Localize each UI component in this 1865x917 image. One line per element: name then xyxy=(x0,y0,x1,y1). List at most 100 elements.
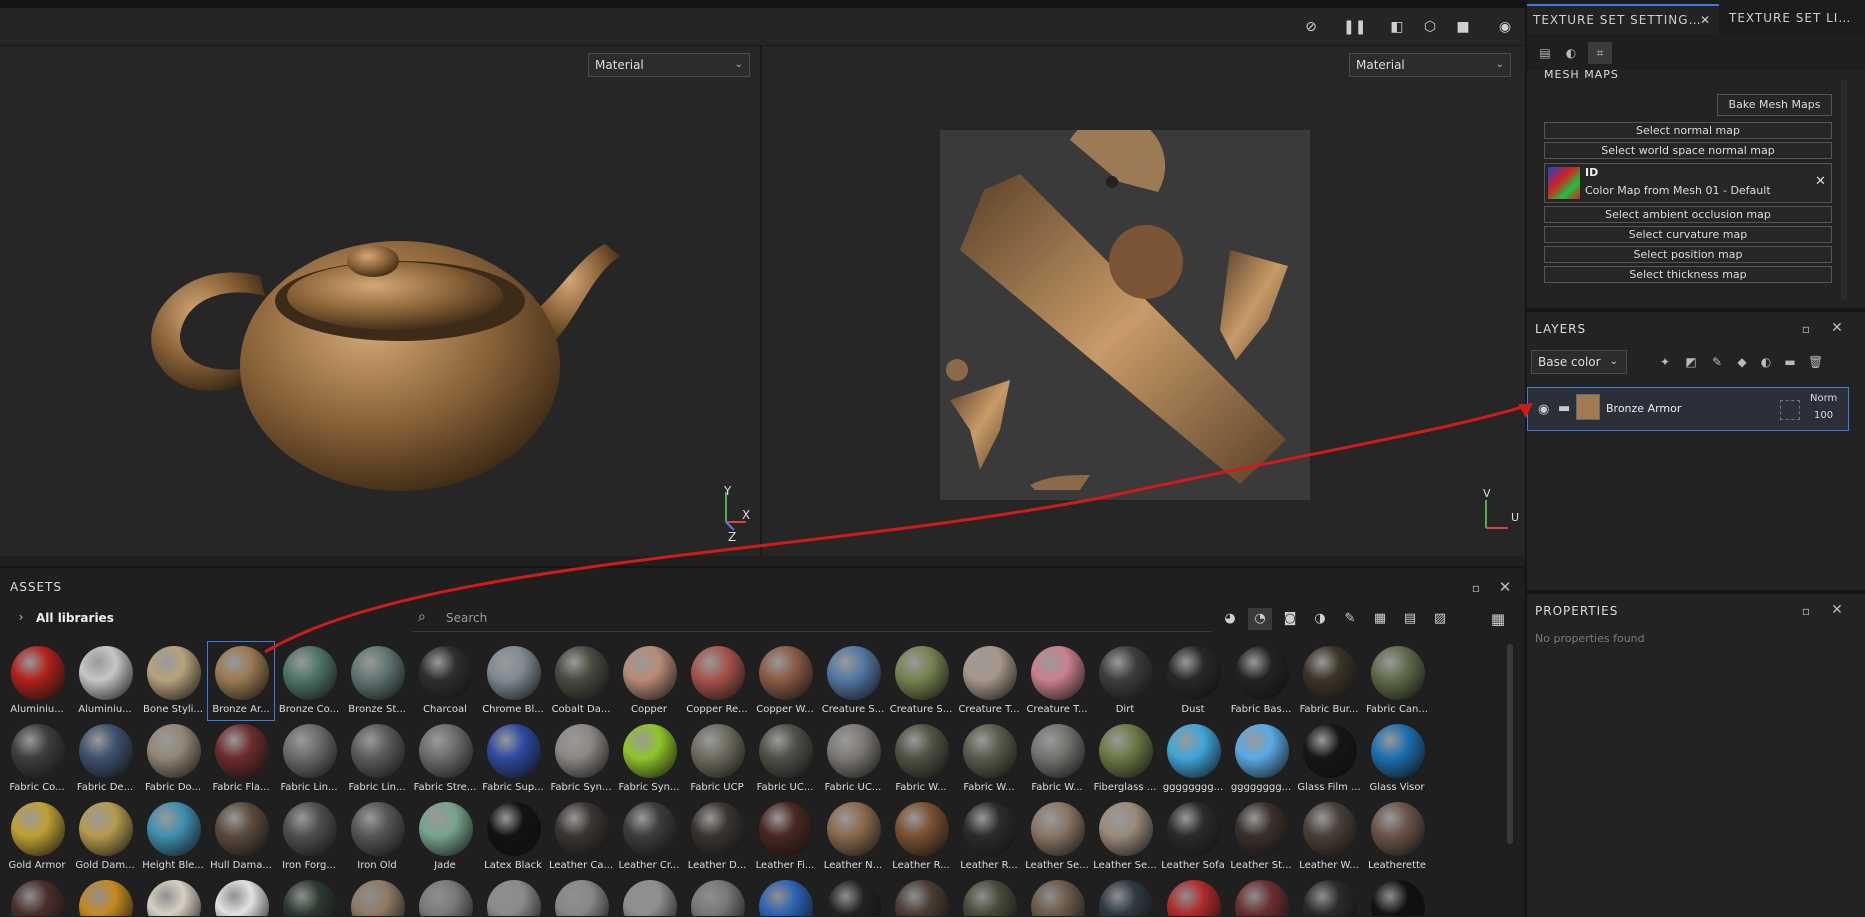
material-tile[interactable]: Leather R... xyxy=(888,798,954,876)
blend-mode[interactable]: Norm xyxy=(1810,393,1837,404)
material-tile[interactable]: Fabric Syn... xyxy=(616,720,682,798)
pause-icon[interactable]: ❚❚ xyxy=(1343,16,1366,38)
settings-icon[interactable]: ▤ xyxy=(1538,46,1552,60)
grid-view-icon[interactable]: ▦ xyxy=(1486,608,1510,630)
remove-map-icon[interactable]: ✕ xyxy=(1815,174,1826,189)
material-tile[interactable] xyxy=(1092,876,1158,916)
viewport-2d[interactable]: Material ⌄ V U xyxy=(762,46,1525,556)
material-tile[interactable] xyxy=(888,876,954,916)
thickness-map-slot[interactable]: Select thickness map xyxy=(1544,266,1832,283)
material-tile[interactable]: Gold Armor xyxy=(4,798,70,876)
material-tile[interactable] xyxy=(72,876,138,916)
screenshot-icon[interactable]: ◉ xyxy=(1494,16,1516,38)
add-effect-icon[interactable]: ◐ xyxy=(1759,355,1773,369)
material-tile[interactable]: Fabric W... xyxy=(1024,720,1090,798)
material-tile[interactable] xyxy=(1228,876,1294,916)
material-tile[interactable]: Iron Old xyxy=(344,798,410,876)
material-tile[interactable]: Copper W... xyxy=(752,642,818,720)
material-icon[interactable]: ◐ xyxy=(1564,46,1578,60)
tab-texture-set-settings[interactable]: TEXTURE SET SETTING… ✕ xyxy=(1527,4,1719,34)
material-tile[interactable]: Leather Se... xyxy=(1024,798,1090,876)
material-tile[interactable]: Fabric Fla... xyxy=(208,720,274,798)
material-tile[interactable]: Fabric Can... xyxy=(1364,642,1430,720)
material-tile[interactable] xyxy=(276,876,342,916)
undock-icon[interactable]: ▫ xyxy=(1469,581,1483,595)
material-tile[interactable]: Hull Dama... xyxy=(208,798,274,876)
material-tile[interactable]: Leather St... xyxy=(1228,798,1294,876)
add-mask-icon[interactable]: ◩ xyxy=(1684,355,1698,369)
material-tile[interactable]: Fabric Syn... xyxy=(548,720,614,798)
close-icon[interactable]: ✕ xyxy=(1830,603,1844,617)
tab-texture-set-list[interactable]: TEXTURE SET LI… xyxy=(1723,4,1863,34)
material-tile[interactable] xyxy=(480,876,546,916)
material-tile[interactable]: Charcoal xyxy=(412,642,478,720)
material-tile[interactable]: Leather Ca... xyxy=(548,798,614,876)
layer-opacity[interactable]: 100 xyxy=(1814,410,1833,421)
folder-icon[interactable]: ▬ xyxy=(1783,355,1797,369)
dock-splitter[interactable] xyxy=(1527,308,1865,312)
viewport-3d[interactable]: Material ⌄ Y X Z xyxy=(0,46,760,556)
curvature-map-slot[interactable]: Select curvature map xyxy=(1544,226,1832,243)
material-tile[interactable] xyxy=(140,876,206,916)
material-tile[interactable] xyxy=(344,876,410,916)
material-tile[interactable]: gggggggg... xyxy=(1228,720,1294,798)
delete-icon[interactable]: 🗑 xyxy=(1808,355,1823,369)
material-tile[interactable] xyxy=(1160,876,1226,916)
material-tile[interactable]: Bronze Co... xyxy=(276,642,342,720)
material-tile[interactable]: Leather R... xyxy=(956,798,1022,876)
material-tile[interactable]: Fiberglass ... xyxy=(1092,720,1158,798)
visibility-eye-icon[interactable]: ◉ xyxy=(1538,402,1549,417)
mask-slot[interactable] xyxy=(1780,400,1800,420)
material-tile[interactable]: Fabric Do... xyxy=(140,720,206,798)
material-tile[interactable]: Leather D... xyxy=(684,798,750,876)
material-tile[interactable] xyxy=(1024,876,1090,916)
material-tile[interactable]: Leather Sofa xyxy=(1160,798,1226,876)
material-tile[interactable]: Latex Black xyxy=(480,798,546,876)
material-tile[interactable] xyxy=(684,876,750,916)
assets-scrollbar[interactable] xyxy=(1507,644,1513,844)
material-tile[interactable]: Jade xyxy=(412,798,478,876)
dock-splitter[interactable] xyxy=(1527,590,1865,594)
material-tile[interactable]: Fabric Co... xyxy=(4,720,70,798)
material-tile[interactable] xyxy=(616,876,682,916)
material-tile[interactable]: Glass Visor xyxy=(1364,720,1430,798)
material-tile[interactable]: Leatherette xyxy=(1364,798,1430,876)
material-tile[interactable]: Fabric Lin... xyxy=(344,720,410,798)
close-icon[interactable]: ✕ xyxy=(1830,321,1844,335)
material-tile[interactable] xyxy=(820,876,886,916)
fill-bucket-icon[interactable]: ◆ xyxy=(1735,355,1749,369)
material-tile[interactable] xyxy=(1364,876,1430,916)
material-tile[interactable]: Leather Se... xyxy=(1092,798,1158,876)
material-tile[interactable]: Aluminiu... xyxy=(4,642,70,720)
material-tile[interactable]: Fabric Stre... xyxy=(412,720,478,798)
split-view-icon[interactable]: ◧ xyxy=(1386,16,1408,38)
filter-environments-icon[interactable]: ▨ xyxy=(1428,608,1452,630)
material-tile[interactable]: Bronze Ar... xyxy=(207,641,275,721)
normal-map-slot[interactable]: Select normal map xyxy=(1544,122,1832,139)
material-tile[interactable]: Fabric UC... xyxy=(752,720,818,798)
material-tile[interactable]: Creature S... xyxy=(820,642,886,720)
magic-wand-icon[interactable]: ✦ xyxy=(1658,355,1672,369)
mesh-maps-icon[interactable]: ⌗ xyxy=(1588,42,1612,64)
material-tile[interactable]: Leather Cr... xyxy=(616,798,682,876)
material-tile[interactable] xyxy=(4,876,70,916)
material-tile[interactable]: gggggggg... xyxy=(1160,720,1226,798)
material-tile[interactable]: Fabric UC... xyxy=(820,720,886,798)
material-tile[interactable]: Bone Styli... xyxy=(140,642,206,720)
filter-textures-icon[interactable]: ▦ xyxy=(1368,608,1392,630)
hide-icon[interactable]: ⊘ xyxy=(1300,16,1322,38)
material-tile[interactable]: Fabric Lin... xyxy=(276,720,342,798)
layer-name[interactable]: Bronze Armor xyxy=(1606,402,1681,415)
material-tile[interactable]: Creature T... xyxy=(1024,642,1090,720)
bake-mesh-maps-button[interactable]: Bake Mesh Maps xyxy=(1717,94,1832,116)
undock-icon[interactable]: ▫ xyxy=(1799,604,1813,618)
material-tile[interactable] xyxy=(548,876,614,916)
world-normal-map-slot[interactable]: Select world space normal map xyxy=(1544,142,1832,159)
material-tile[interactable] xyxy=(956,876,1022,916)
material-tile[interactable] xyxy=(412,876,478,916)
material-tile[interactable] xyxy=(752,876,818,916)
material-tile[interactable]: Fabric Bas... xyxy=(1228,642,1294,720)
cube-icon[interactable]: ⬡ xyxy=(1419,16,1441,38)
close-icon[interactable]: ✕ xyxy=(1498,580,1512,595)
filter-materials-icon[interactable]: ◕ xyxy=(1218,608,1242,630)
